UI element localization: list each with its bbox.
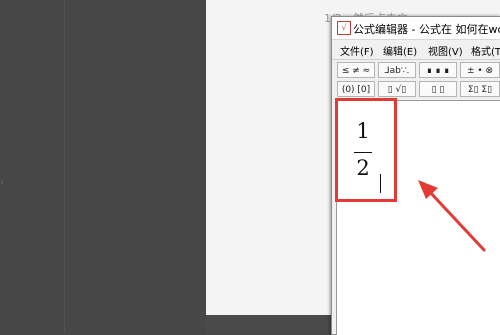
annotation-arrow-icon [418,180,486,252]
